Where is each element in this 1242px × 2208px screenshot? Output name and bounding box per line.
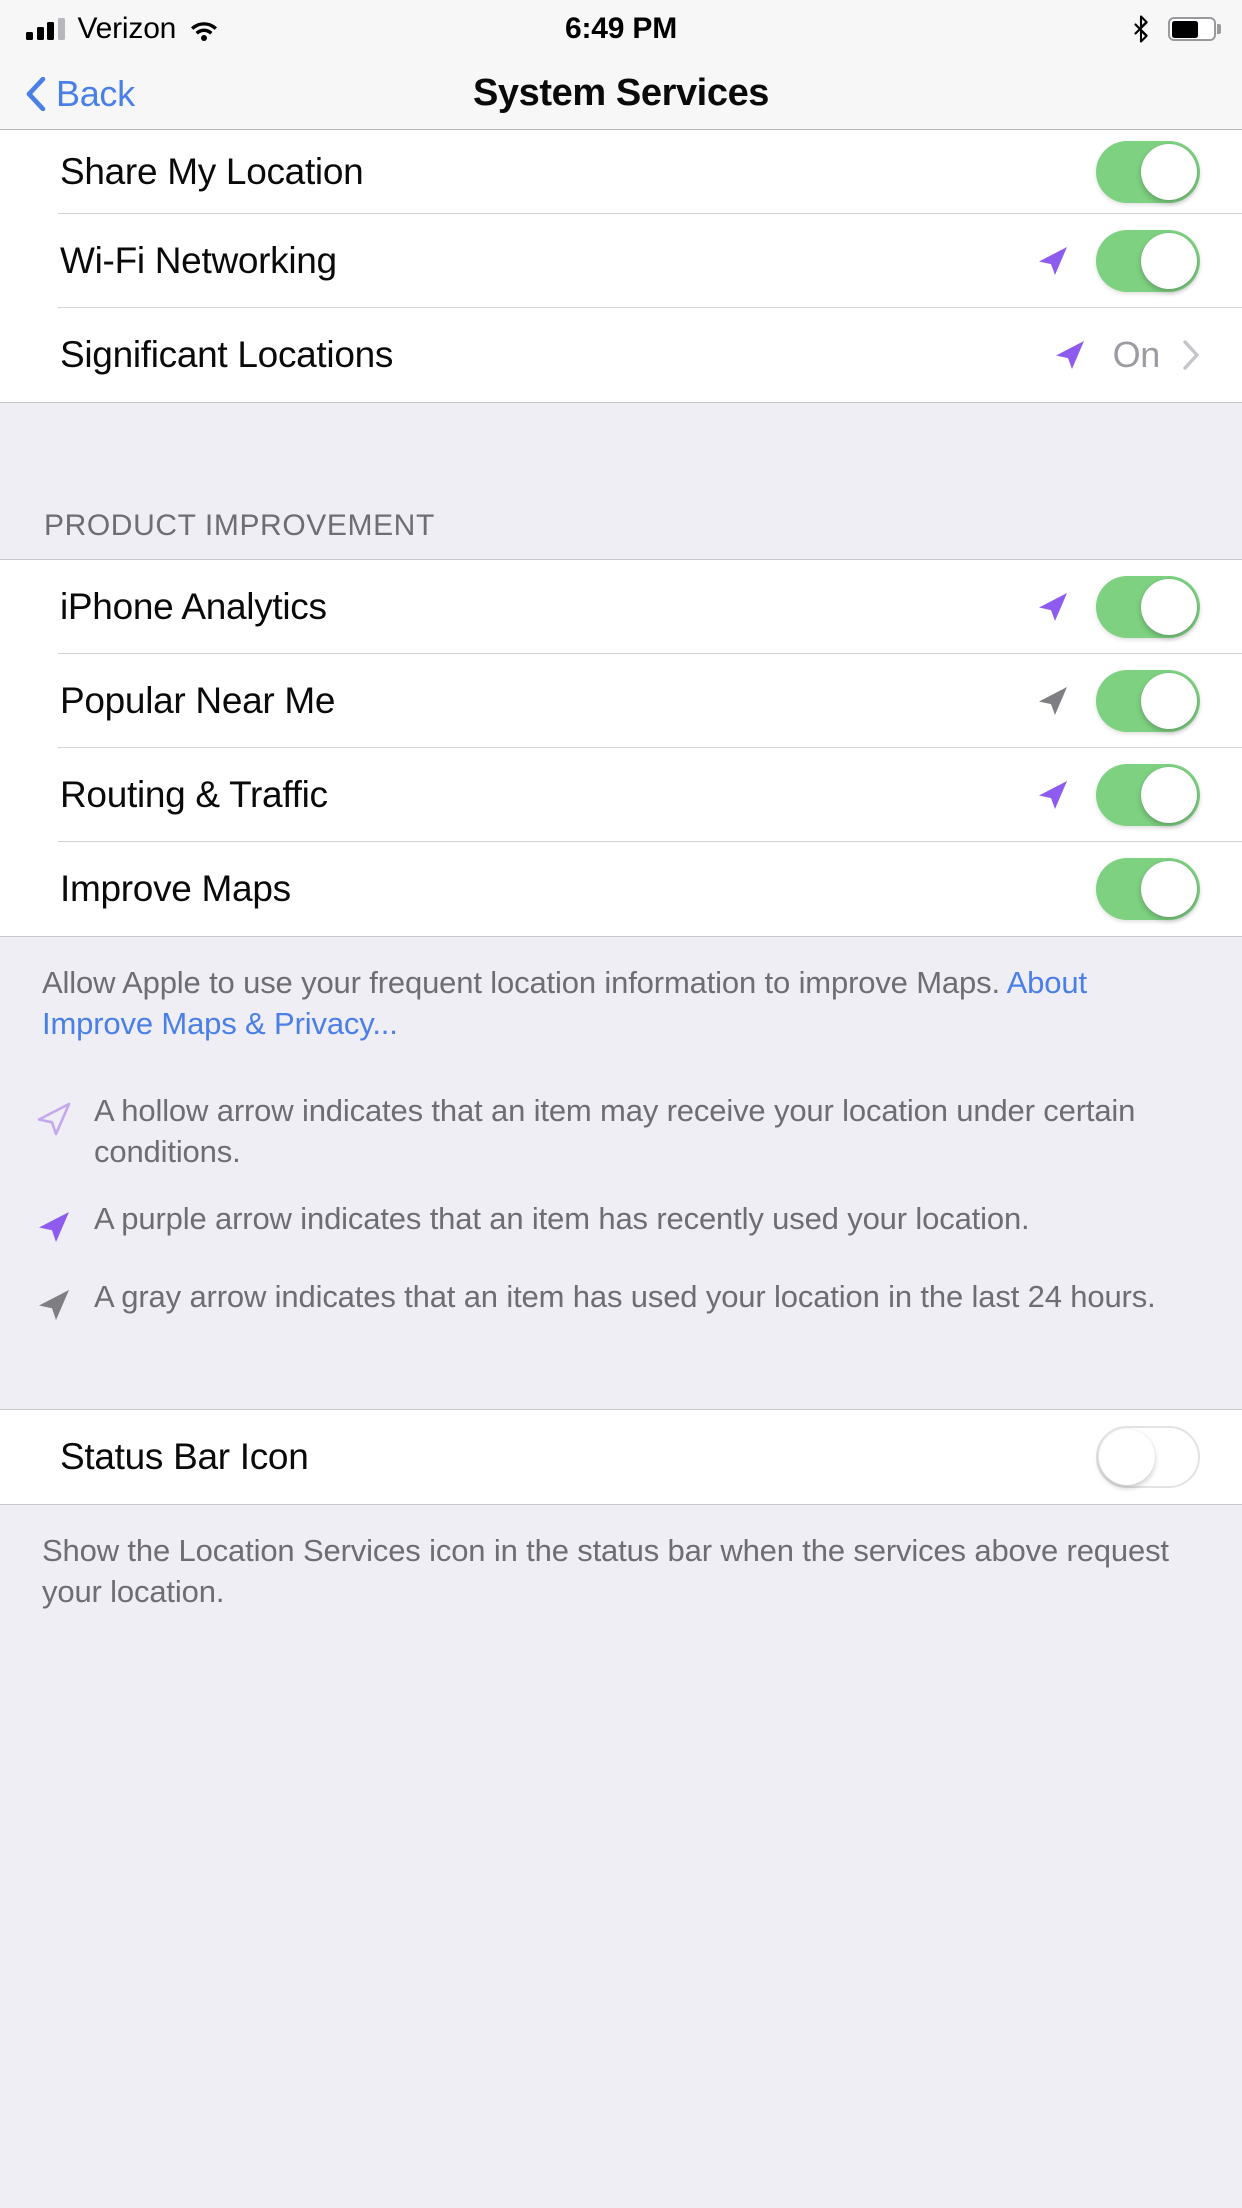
battery-icon	[1168, 17, 1221, 41]
settings-list: Share My Location Wi-Fi Networking Signi…	[0, 130, 1242, 1773]
status-bar: Verizon 6:49 PM	[0, 0, 1242, 58]
row-accessory	[1096, 1425, 1200, 1488]
back-button[interactable]: Back	[0, 73, 135, 115]
row-label: Wi-Fi Networking	[60, 240, 337, 281]
legend-item: A hollow arrow indicates that an item ma…	[30, 1091, 1200, 1173]
chevron-right-icon	[1182, 340, 1200, 370]
section-spacer	[0, 403, 1242, 465]
purple-arrow-icon	[30, 1203, 78, 1251]
back-button-label: Back	[56, 72, 135, 114]
row-accessory	[1096, 141, 1200, 203]
iphone-screen: Verizon 6:49 PM Back System Services Sha…	[0, 0, 1242, 2208]
toggle-status-bar-icon[interactable]	[1096, 1425, 1200, 1488]
footer-status-bar-icon: Show the Location Services icon in the s…	[0, 1504, 1242, 1613]
legend-item: A gray arrow indicates that an item has …	[30, 1277, 1200, 1329]
section-spacer	[0, 1328, 1242, 1409]
row-label: Improve Maps	[60, 868, 291, 909]
status-bar-left: Verizon	[26, 12, 219, 46]
toggle-popular-near-me[interactable]	[1096, 670, 1200, 732]
status-bar-right	[1132, 15, 1221, 43]
wifi-icon	[189, 18, 219, 41]
toggle-routing-and-traffic[interactable]	[1096, 764, 1200, 826]
row-accessory	[1032, 230, 1200, 292]
row-label: Status Bar Icon	[60, 1435, 309, 1477]
gray-arrow-icon	[30, 1281, 78, 1329]
row-label: Popular Near Me	[60, 680, 336, 721]
row-routing-and-traffic[interactable]: Routing & Traffic	[0, 748, 1242, 842]
row-accessory	[1096, 858, 1200, 920]
row-wifi-networking[interactable]: Wi-Fi Networking	[0, 214, 1242, 308]
chevron-left-icon	[26, 76, 46, 111]
footer-text: Allow Apple to use your frequent locatio…	[42, 963, 1200, 1045]
bottom-spacer	[0, 1612, 1242, 1773]
group-status-bar-icon: Status Bar Icon	[0, 1409, 1242, 1504]
purple-arrow-icon	[1049, 334, 1091, 376]
purple-arrow-icon	[1032, 240, 1074, 282]
row-value: On	[1112, 334, 1161, 375]
row-significant-locations[interactable]: Significant Locations On	[0, 308, 1242, 402]
row-improve-maps[interactable]: Improve Maps	[0, 842, 1242, 936]
legend-text: A hollow arrow indicates that an item ma…	[94, 1092, 1136, 1169]
navigation-bar: Back System Services	[0, 58, 1242, 130]
page-title: System Services	[472, 72, 770, 114]
cellular-signal-icon	[26, 18, 65, 40]
row-label: Significant Locations	[60, 334, 394, 375]
legend-item: A purple arrow indicates that an item ha…	[30, 1199, 1200, 1251]
row-accessory	[1032, 576, 1200, 638]
row-popular-near-me[interactable]: Popular Near Me	[0, 654, 1242, 748]
legend-text: A gray arrow indicates that an item has …	[94, 1278, 1156, 1314]
purple-arrow-icon	[1032, 586, 1074, 628]
clock-label: 6:49 PM	[565, 12, 677, 45]
row-accessory	[1032, 670, 1200, 732]
footer-improve-maps: Allow Apple to use your frequent locatio…	[0, 937, 1242, 1045]
gray-arrow-icon	[1032, 680, 1074, 722]
toggle-wifi-networking[interactable]	[1096, 230, 1200, 292]
toggle-iphone-analytics[interactable]	[1096, 576, 1200, 638]
section-header-product-improvement: PRODUCT IMPROVEMENT	[0, 465, 1242, 559]
footer-sentence: Allow Apple to use your frequent locatio…	[42, 965, 1007, 1000]
row-label: Routing & Traffic	[60, 774, 328, 815]
arrow-legend: A hollow arrow indicates that an item ma…	[0, 1044, 1242, 1329]
footer-text: Show the Location Services icon in the s…	[42, 1532, 1169, 1609]
group-location-top: Share My Location Wi-Fi Networking Signi…	[0, 130, 1242, 402]
bluetooth-icon	[1132, 15, 1152, 43]
row-accessory: On	[1049, 334, 1200, 376]
carrier-label: Verizon	[77, 12, 177, 45]
row-iphone-analytics[interactable]: iPhone Analytics	[0, 560, 1242, 654]
row-status-bar-icon[interactable]: Status Bar Icon	[0, 1409, 1242, 1504]
row-label: iPhone Analytics	[60, 586, 327, 627]
row-accessory	[1032, 764, 1200, 826]
group-product-improvement: iPhone Analytics Popular Near Me Routing…	[0, 560, 1242, 936]
hollow-arrow-icon	[30, 1095, 78, 1143]
legend-text: A purple arrow indicates that an item ha…	[94, 1200, 1030, 1236]
purple-arrow-icon	[1032, 774, 1074, 816]
toggle-share-my-location[interactable]	[1096, 141, 1200, 203]
toggle-improve-maps[interactable]	[1096, 858, 1200, 920]
row-label: Share My Location	[60, 151, 364, 192]
row-share-my-location[interactable]: Share My Location	[0, 130, 1242, 214]
